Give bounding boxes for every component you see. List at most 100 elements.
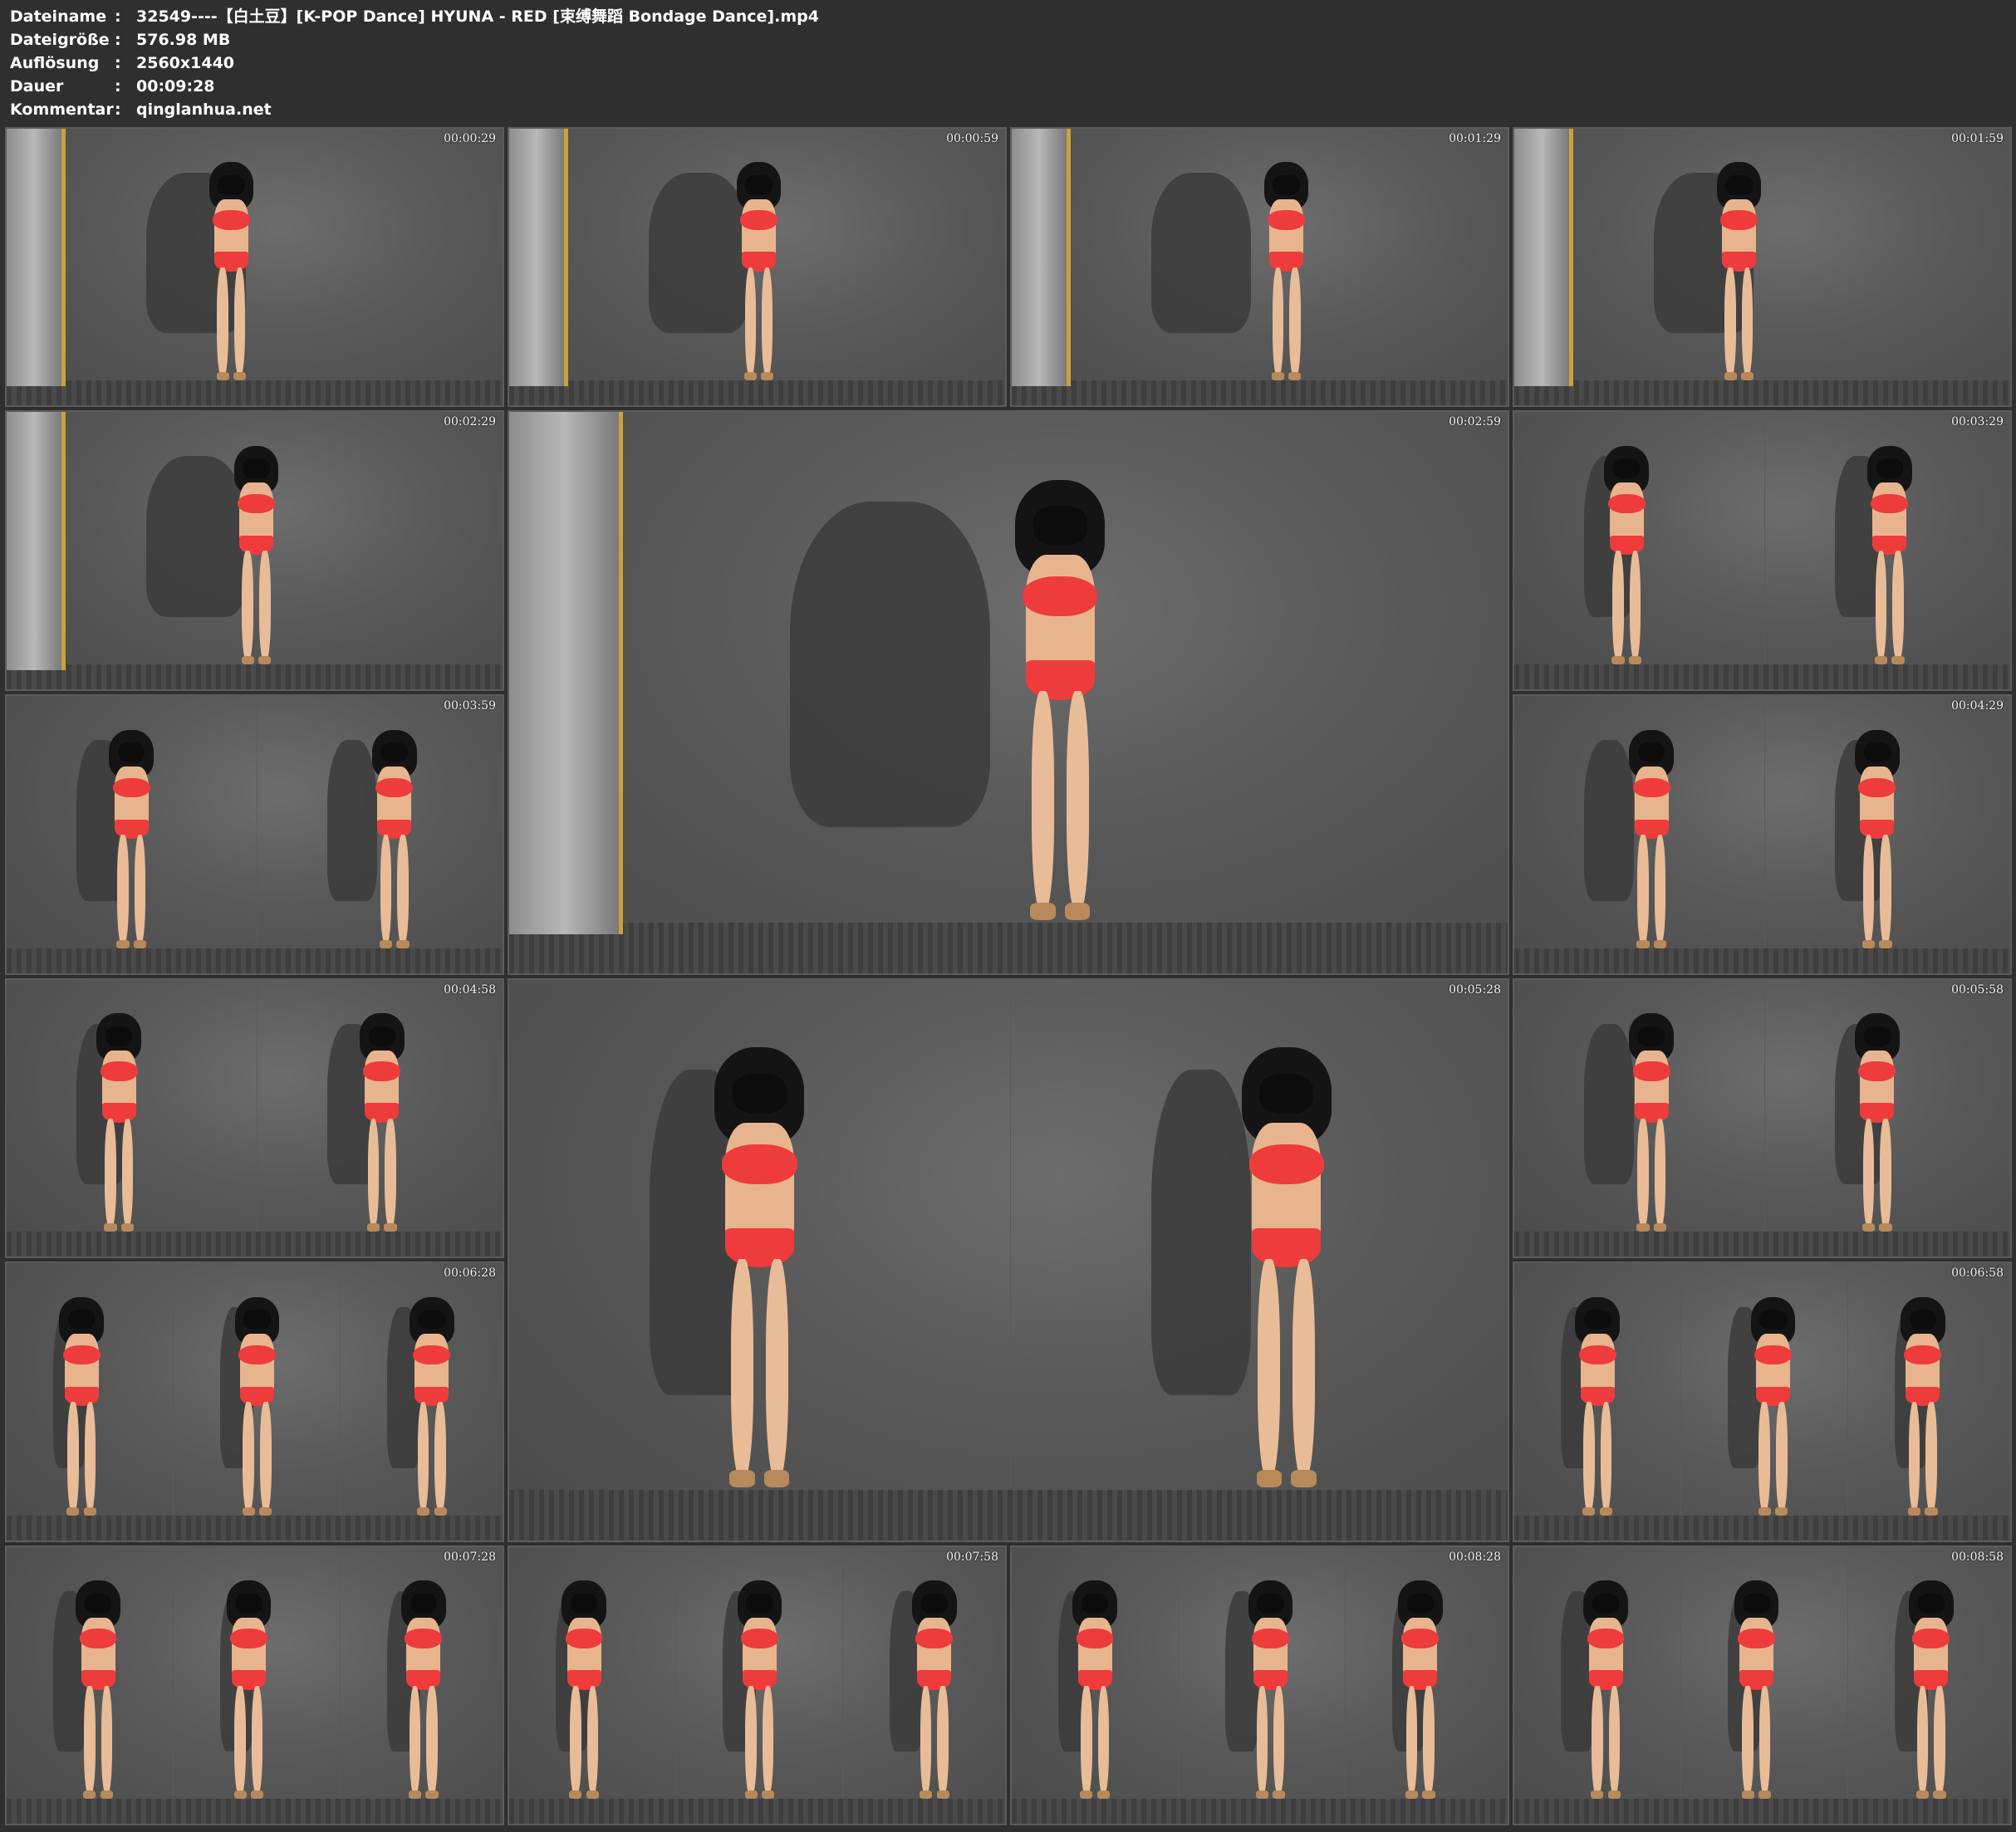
thumbnail-panel [1012,129,1508,405]
figure-leg-l [380,835,392,944]
figure-leg-r [385,1118,396,1228]
figure-shoe-r [120,1222,135,1232]
figure-mask [218,175,245,195]
dancer-figure [897,1580,971,1800]
figure-mask [243,1310,271,1330]
figure-leg-r [121,1118,134,1228]
figure-brief [567,1670,601,1690]
dancer-figure [684,1047,834,1488]
timestamp-label: 00:02:59 [1449,415,1501,429]
figure-bra [1578,1345,1616,1365]
figure-bra [413,1345,451,1365]
figure-shoe-l [1758,1506,1771,1516]
figure-mask [118,742,145,763]
figure-shoe-r [762,1790,775,1800]
thumbnail-panel [7,412,503,689]
figure-mask [1759,1310,1787,1330]
figure-shoe-l [569,1790,582,1800]
timestamp-label: 00:04:58 [444,983,496,997]
timestamp-label: 00:06:58 [1951,1266,2004,1280]
figure-leg-l [1405,1685,1418,1795]
figure-leg-r [134,835,146,944]
figure-shoe-r [396,939,410,949]
figure-mask [1257,1594,1284,1614]
figure-leg-l [1612,551,1624,660]
figure-shoe-r [1064,902,1091,920]
thumbnail: 00:00:29 [5,127,504,407]
figure-brief [1914,1670,1949,1690]
figure-brief [1872,535,1907,556]
figure-mask [85,1594,112,1614]
thumbnail-panel [509,129,1005,405]
timestamp-label: 00:03:29 [1951,415,2004,429]
figure-bra [1076,1629,1114,1648]
dancer-figure [44,1296,119,1516]
figure-leg-r [1759,1685,1771,1795]
figure-bra [1632,1061,1670,1081]
figure-shoe-r [251,1790,264,1800]
thumbnail-panel [1680,1263,1847,1541]
figure-shoe-l [1861,1222,1876,1232]
thumbnail-panel [1514,129,2010,405]
figure-mask [1082,1594,1109,1614]
figure-shoe-l [216,371,229,381]
figure-leg-r [1423,1685,1435,1795]
dancer-figure [1212,1047,1361,1488]
figure-leg-l [744,267,756,377]
figure-shoe-r [586,1790,599,1800]
timestamp-label: 00:00:29 [444,132,496,145]
figure-leg-l [1592,1685,1603,1795]
figure-brief [1860,1103,1895,1123]
thumbnail-panel [7,980,257,1256]
figure-bra [1738,1629,1775,1648]
figure-leg-l [1032,691,1055,912]
figure-brief [1268,252,1304,272]
dancer-figure [1852,445,1927,665]
dancer-figure [1249,162,1323,381]
figure-shoe-r [1775,1506,1788,1516]
figure-bra [1587,1629,1625,1648]
thumbnail-panel [1178,1547,1345,1824]
thumbnail-panel [7,1263,173,1541]
figure-shoe-r [83,1506,97,1516]
thumbnail-panel [256,696,503,973]
figure-bra [100,1061,138,1081]
dancer-figure [357,729,432,949]
figure-shoe-r [100,1790,114,1800]
figure-bra [238,1345,276,1365]
timestamp-label: 00:01:29 [1449,132,1501,145]
figure-brief [414,1386,449,1407]
figure-bra [1904,1345,1942,1365]
figure-mask [1259,1074,1314,1114]
figure-shoe-r [233,371,247,381]
thumbnail: 00:02:59 [508,410,1509,975]
thumbnail: 00:05:58 [1513,978,2012,1258]
thumbnail: 00:00:59 [508,127,1007,407]
thumbnail: 00:04:29 [1513,694,2012,975]
figure-leg-r [1600,1402,1612,1511]
dancer-figure [1615,1013,1689,1232]
figure-leg-l [1758,1402,1770,1511]
timestamp-label: 00:04:29 [1951,699,2004,713]
figure-shoe-r [1599,1506,1613,1516]
figure-leg-l [367,1118,380,1228]
timestamp-label: 00:03:59 [444,699,496,713]
figure-bra [565,1629,603,1648]
figure-leg-r [426,1685,438,1795]
figure-leg-l [1637,1118,1649,1228]
figure-leg-r [1292,1258,1315,1479]
figure-leg-r [765,1258,788,1479]
figure-shoe-l [1724,371,1737,381]
figure-brief [1906,1386,1940,1407]
figure-brief [725,1227,794,1268]
figure-bra [1248,1144,1324,1184]
figure-shoe-l [1582,1506,1596,1516]
figure-leg-l [1258,1258,1281,1479]
figure-leg-l [117,835,129,944]
dancer-figure [1736,1296,1811,1516]
figure-mask [68,1310,96,1330]
dancer-figure [1840,1013,1914,1232]
figure-shoe-l [104,1222,117,1232]
thumbnail-panel [1763,412,2011,689]
figure-mask [1863,1026,1891,1046]
